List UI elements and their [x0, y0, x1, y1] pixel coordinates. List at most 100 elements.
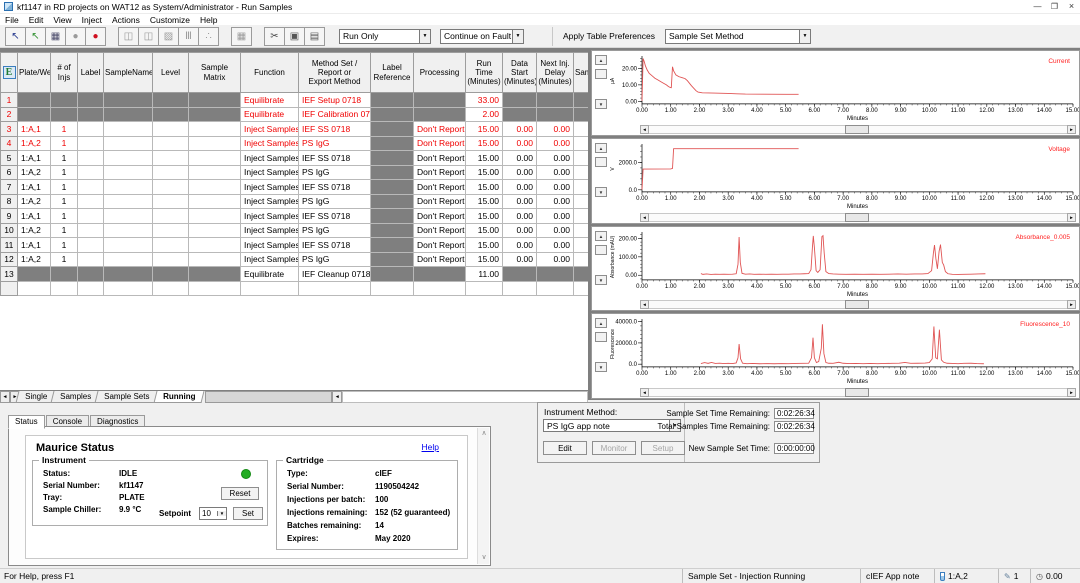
row-number[interactable]: 7	[1, 180, 18, 195]
cell[interactable]: 1:A,1	[18, 238, 51, 253]
cell[interactable]	[78, 252, 104, 267]
cell[interactable]	[189, 107, 241, 122]
cell[interactable]	[574, 180, 589, 195]
scroll-up-icon[interactable]: ▲	[595, 55, 607, 65]
menu-view[interactable]: View	[48, 15, 76, 25]
cell[interactable]: IEF SS 0718	[299, 122, 371, 137]
cell[interactable]	[574, 122, 589, 137]
cell[interactable]	[574, 209, 589, 224]
cell[interactable]	[153, 281, 189, 296]
cell[interactable]: 15.00	[466, 223, 503, 238]
cell[interactable]	[574, 223, 589, 238]
set-button[interactable]: Set	[233, 507, 263, 520]
cell[interactable]	[153, 165, 189, 180]
cell[interactable]: 1	[51, 223, 78, 238]
cell[interactable]	[371, 151, 414, 166]
cell[interactable]	[371, 267, 414, 282]
cell[interactable]	[104, 93, 153, 108]
scroll-left-icon[interactable]: ◄	[640, 213, 649, 222]
cell[interactable]: 0.00	[503, 194, 537, 209]
cell[interactable]: 0.00	[503, 180, 537, 195]
cell[interactable]	[414, 281, 466, 296]
cell[interactable]: Don't Report	[414, 165, 466, 180]
cell[interactable]	[104, 223, 153, 238]
cell[interactable]: 0.00	[503, 252, 537, 267]
cell[interactable]: 15.00	[466, 194, 503, 209]
cell[interactable]: 0.00	[503, 122, 537, 137]
cell[interactable]	[371, 281, 414, 296]
cell[interactable]: Don't Report	[414, 223, 466, 238]
cell[interactable]	[371, 223, 414, 238]
cell[interactable]: IEF Setup 0718	[299, 93, 371, 108]
scroll-thumb[interactable]	[595, 69, 607, 79]
cell[interactable]	[371, 180, 414, 195]
cell[interactable]: 0.00	[537, 223, 574, 238]
cell[interactable]	[51, 107, 78, 122]
cell[interactable]	[466, 281, 503, 296]
cell[interactable]	[371, 252, 414, 267]
plot-x-scrollbar[interactable]: ◄►	[640, 388, 1076, 397]
cell[interactable]: Don't Report	[414, 180, 466, 195]
row-number[interactable]: 4	[1, 136, 18, 151]
cell[interactable]	[574, 93, 589, 108]
cell[interactable]: 15.00	[466, 180, 503, 195]
cell[interactable]	[104, 151, 153, 166]
cell[interactable]: 0.00	[537, 151, 574, 166]
cell[interactable]: 15.00	[466, 209, 503, 224]
cell[interactable]: PS IgG	[299, 165, 371, 180]
cell[interactable]: 1	[51, 238, 78, 253]
cell[interactable]	[78, 180, 104, 195]
cell[interactable]	[537, 267, 574, 282]
cell[interactable]	[241, 281, 299, 296]
cell[interactable]: 1:A,1	[18, 209, 51, 224]
cell[interactable]	[153, 223, 189, 238]
cut-button[interactable]: ✂	[264, 27, 285, 46]
edit-button[interactable]: Edit	[543, 441, 587, 455]
cell[interactable]: 0.00	[503, 223, 537, 238]
cell[interactable]: 15.00	[466, 151, 503, 166]
cell[interactable]: Equilibrate	[241, 93, 299, 108]
cell[interactable]: 1	[51, 165, 78, 180]
cell[interactable]: 0.00	[537, 252, 574, 267]
cell[interactable]: 1:A,1	[18, 180, 51, 195]
cell[interactable]: 1:A,2	[18, 165, 51, 180]
cell[interactable]	[503, 281, 537, 296]
cell[interactable]: Don't Report	[414, 194, 466, 209]
scroll-up-icon[interactable]: ▲	[595, 143, 607, 153]
scroll-right-icon[interactable]: ►	[1067, 388, 1076, 397]
cell[interactable]: 2.00	[466, 107, 503, 122]
paste-button[interactable]: ▤	[304, 27, 325, 46]
scroll-thumb[interactable]	[595, 157, 607, 167]
cell[interactable]: 0.00	[537, 180, 574, 195]
cell[interactable]	[503, 107, 537, 122]
cell[interactable]	[104, 209, 153, 224]
cell[interactable]	[574, 136, 589, 151]
cell[interactable]	[153, 252, 189, 267]
cell[interactable]	[414, 93, 466, 108]
row-number[interactable]: 2	[1, 107, 18, 122]
cell[interactable]	[574, 165, 589, 180]
cell[interactable]	[574, 194, 589, 209]
row-number[interactable]: 13	[1, 267, 18, 282]
cell[interactable]: 1	[51, 194, 78, 209]
cell[interactable]	[78, 136, 104, 151]
scroll-thumb[interactable]	[595, 245, 607, 255]
cell[interactable]: 1:A,2	[18, 136, 51, 151]
cell[interactable]	[78, 165, 104, 180]
cell[interactable]	[371, 165, 414, 180]
cell[interactable]: 15.00	[466, 136, 503, 151]
reset-button[interactable]: Reset	[221, 487, 259, 500]
cell[interactable]	[78, 122, 104, 137]
cell[interactable]	[189, 93, 241, 108]
cell[interactable]	[153, 267, 189, 282]
cell[interactable]	[104, 238, 153, 253]
cell[interactable]	[189, 122, 241, 137]
cell[interactable]: 0.00	[503, 136, 537, 151]
cell[interactable]	[18, 107, 51, 122]
cell[interactable]	[537, 281, 574, 296]
cell[interactable]	[189, 136, 241, 151]
cell[interactable]: PS IgG	[299, 223, 371, 238]
menu-customize[interactable]: Customize	[145, 15, 195, 25]
row-number[interactable]: 11	[1, 238, 18, 253]
minimize-button[interactable]: —	[1029, 0, 1046, 13]
